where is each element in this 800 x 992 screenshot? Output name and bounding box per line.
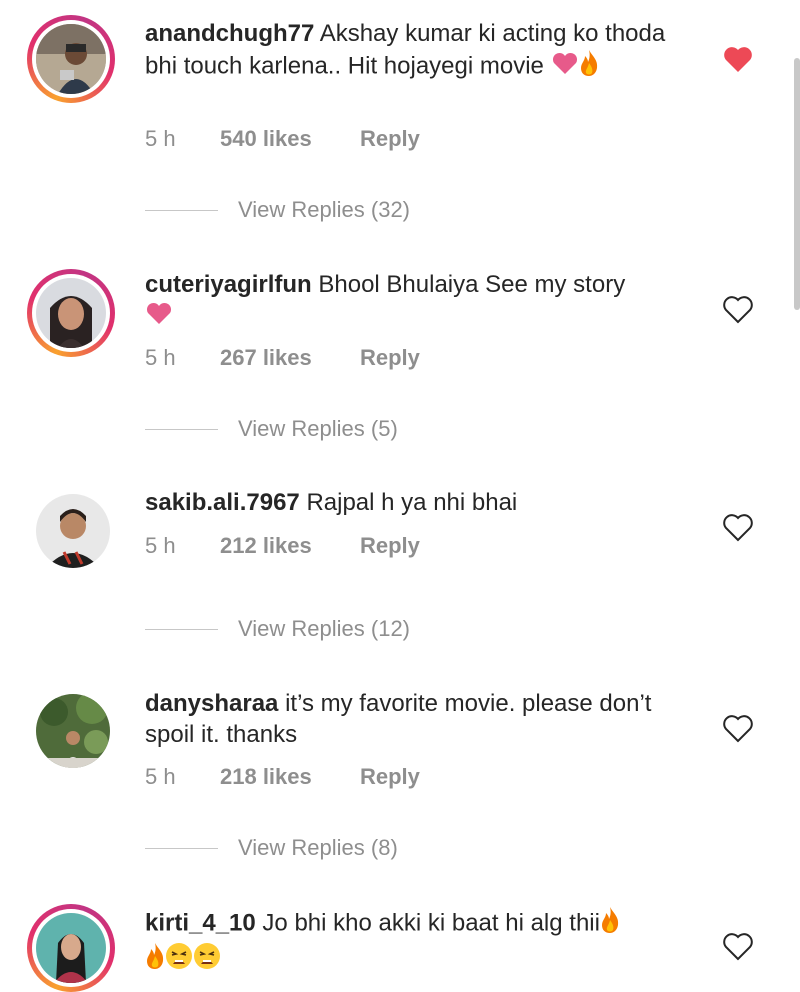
fire-emoji [145,942,165,978]
view-replies-button[interactable]: View Replies (32) [145,197,410,223]
avatar[interactable] [36,494,110,568]
comment-text: cuteriyagirlfun Bhool Bhulaiya See my st… [145,269,685,333]
comment-likes[interactable]: 267 likes [220,345,360,371]
avatar-wrap[interactable] [27,688,115,776]
avatar[interactable] [36,913,106,983]
like-heart-icon[interactable] [722,512,754,542]
comment-username[interactable]: sakib.ali.7967 [145,489,300,516]
like-heart-icon[interactable] [722,294,754,324]
avatar-story-ring[interactable] [27,904,115,992]
comment-text: anandchugh77 Akshay kumar ki acting ko t… [145,18,685,85]
like-heart-icon[interactable] [722,931,754,961]
tired-face-emoji [165,942,193,978]
comment-text: sakib.ali.7967 Rajpal h ya nhi bhai [145,487,685,518]
view-replies-button[interactable]: View Replies (5) [145,416,398,442]
fire-emoji [579,49,599,85]
heart-emoji [551,51,579,83]
heart-emoji [145,301,173,333]
view-replies-label: View Replies (8) [238,835,398,860]
comment-likes[interactable]: 218 likes [220,764,360,790]
comment-text: kirti_4_10 Jo bhi kho akki ki baat hi al… [145,906,685,978]
view-replies-label: View Replies (12) [238,616,411,641]
view-replies-button[interactable]: View Replies (12) [145,616,410,642]
tired-face-emoji [193,942,221,978]
comment-username[interactable]: kirti_4_10 [145,909,256,936]
divider-line [145,428,218,430]
view-replies-button[interactable]: View Replies (8) [145,835,398,861]
avatar[interactable] [36,24,106,94]
comment-body: Rajpal h ya nhi bhai [299,489,518,516]
comment-time: 5 h [145,764,176,789]
comment-time: 5 h [145,126,176,151]
avatar-story-ring[interactable] [27,269,115,357]
divider-line [145,847,218,849]
comment-username[interactable]: anandchugh77 [145,20,314,47]
reply-button[interactable]: Reply [360,345,420,371]
comment-body: Bhool Bhulaiya See my story [311,271,626,298]
like-heart-icon[interactable] [722,44,754,74]
reply-button[interactable]: Reply [360,533,420,559]
avatar[interactable] [36,278,106,348]
comment-username[interactable]: danysharaa [145,690,278,717]
divider-line [145,209,218,211]
view-replies-label: View Replies (32) [238,197,411,222]
avatar[interactable] [36,694,110,768]
divider-line [145,628,218,630]
fire-emoji [600,906,620,942]
comment-time: 5 h [145,533,176,558]
comment-time: 5 h [145,345,176,370]
avatar-story-ring[interactable] [27,15,115,103]
view-replies-label: View Replies (5) [238,416,398,441]
avatar-wrap[interactable] [27,488,115,576]
comment-likes[interactable]: 212 likes [220,533,360,559]
comment-body: Jo bhi kho akki ki baat hi alg thii [255,909,600,937]
like-heart-icon[interactable] [722,713,754,743]
comment-username[interactable]: cuteriyagirlfun [145,271,312,298]
comment-text: danysharaa it’s my favorite movie. pleas… [145,688,685,750]
comment-likes[interactable]: 540 likes [220,126,360,152]
reply-button[interactable]: Reply [360,126,420,152]
scrollbar[interactable] [794,58,800,310]
reply-button[interactable]: Reply [360,764,420,790]
